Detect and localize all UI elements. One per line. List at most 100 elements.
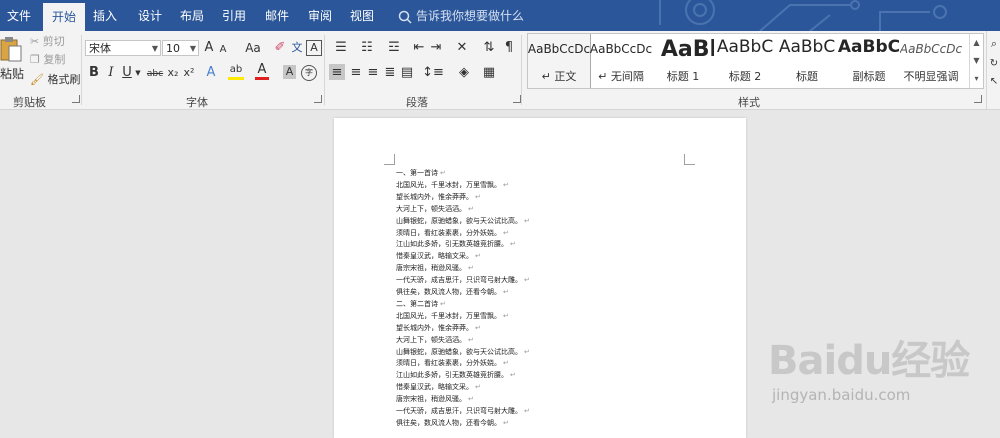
shrink-font-icon: A <box>219 44 227 55</box>
subscript-button[interactable]: x₂ <box>166 64 180 82</box>
gallery-up-arrow[interactable]: ▲ <box>969 34 983 52</box>
text-effects-button[interactable]: A <box>204 64 218 82</box>
style-item[interactable]: AaBbCcDc ↵ 正文 <box>528 34 591 88</box>
style-item[interactable]: AaBbC 标题 2 <box>714 34 776 88</box>
show-marks-button[interactable]: ¶ <box>502 39 516 57</box>
document-line[interactable]: 二、第二首诗 ↵ <box>396 299 446 310</box>
font-size-value: 10 <box>166 42 180 55</box>
document-line[interactable]: 须晴日，看红装素裹，分外妖娆。 ↵ <box>396 358 509 369</box>
underline-button[interactable]: U <box>120 64 134 82</box>
font-color-button[interactable]: A <box>255 63 269 80</box>
document-page[interactable]: 一、第一首诗 ↵ 北国风光，千里冰封，万里雪飘。 ↵ 望长城内外，惟余莽莽。 ↵ 大河上下，… <box>334 118 746 438</box>
style-sample: AaBbCcDc <box>528 42 590 56</box>
style-item[interactable]: AaBbC 标题 <box>776 34 838 88</box>
shading-button[interactable]: ◈ <box>453 64 475 82</box>
document-line[interactable]: 俱往矣，数风流人物，还看今朝。 ↵ <box>396 287 509 298</box>
strikethrough-button[interactable]: abc <box>146 65 164 83</box>
phonetic-guide-button[interactable]: 文 <box>290 39 304 57</box>
copy-button[interactable]: ❐ 复制 <box>30 52 65 68</box>
highlighter-icon: ab <box>229 64 243 75</box>
sort-button[interactable]: ⇅ <box>482 39 496 57</box>
chevron-down-icon[interactable]: ▼ <box>134 64 142 82</box>
style-item[interactable]: AaBbCcDc 不明显强调 <box>900 34 962 88</box>
document-line[interactable]: 一代天骄，成吉思汗，只识弯弓射大雕。 ↵ <box>396 275 530 286</box>
document-line[interactable]: 望长城内外，惟余莽莽。 ↵ <box>396 323 481 334</box>
document-line[interactable]: 北国风光，千里冰封，万里雪飘。 ↵ <box>396 180 509 191</box>
document-line[interactable]: 山舞银蛇，原驰蜡象，欲与天公试比高。 ↵ <box>396 216 530 227</box>
clear-formatting-button[interactable]: ✐ <box>273 39 287 57</box>
asian-layout-button[interactable]: ✕ <box>451 39 473 57</box>
style-item[interactable]: AaBbCcDc ↵ 无间隔 <box>590 34 652 88</box>
tab-1[interactable]: 开始 <box>43 3 85 31</box>
document-line-text: 一代天骄，成吉思汗，只识弯弓射大雕。 <box>396 407 522 415</box>
tab-4[interactable]: 布局 <box>171 0 213 31</box>
line-spacing-button[interactable]: ↕≡ <box>422 64 444 82</box>
document-line[interactable]: 一代天骄，成吉思汗，只识弯弓射大雕。 ↵ <box>396 406 530 417</box>
select-icon[interactable]: ↖ <box>988 73 1000 91</box>
grow-font-button[interactable]: A <box>202 39 216 57</box>
document-line[interactable]: 唐宗宋祖，稍逊风骚。 ↵ <box>396 263 474 274</box>
numbering-button[interactable]: ☷ <box>356 39 378 57</box>
distributed-button[interactable]: ▤ <box>399 64 415 82</box>
gallery-down-arrow[interactable]: ▼ <box>969 52 983 70</box>
font-size-select[interactable]: 10 ▼ <box>162 40 199 56</box>
gallery-more-arrow[interactable]: ▾ <box>969 70 983 88</box>
font-dialog-launcher[interactable] <box>314 95 322 103</box>
multilevel-list-button[interactable]: ☲ <box>383 39 405 57</box>
document-line[interactable]: 山舞银蛇，原驰蜡象，欲与天公试比高。 ↵ <box>396 347 530 358</box>
document-line[interactable]: 惜秦皇汉武，略输文采。 ↵ <box>396 251 481 262</box>
italic-button[interactable]: I <box>104 64 118 82</box>
asian-layout-icon: ✕ <box>456 40 468 55</box>
styles-dialog-launcher[interactable] <box>974 95 982 103</box>
decrease-indent-button[interactable]: ⇤ <box>411 39 427 57</box>
bold-button[interactable]: B <box>87 64 101 82</box>
style-item[interactable]: AaBl 标题 1 <box>652 34 714 88</box>
tab-2[interactable]: 插入 <box>84 0 126 31</box>
copy-icon: ❐ <box>30 53 40 66</box>
tab-0[interactable]: 文件 <box>0 0 38 31</box>
find-icon[interactable]: ⌕ <box>988 35 1000 53</box>
tab-8[interactable]: 视图 <box>342 0 382 31</box>
document-line[interactable]: 北国风光，千里冰封，万里雪飘。 ↵ <box>396 311 509 322</box>
shrink-font-button[interactable]: A <box>217 41 229 59</box>
align-right-button[interactable]: ≡ <box>365 64 381 82</box>
cut-button[interactable]: ✂ 剪切 <box>30 34 65 50</box>
paragraph-mark: ↵ <box>468 264 474 273</box>
document-line[interactable]: 一、第一首诗 ↵ <box>396 168 446 179</box>
tab-6[interactable]: 邮件 <box>256 0 298 31</box>
borders-button[interactable]: ▦ <box>478 64 500 82</box>
increase-indent-button[interactable]: ⇥ <box>428 39 444 57</box>
tab-5[interactable]: 引用 <box>214 0 254 31</box>
character-shading-button[interactable]: A <box>283 65 296 79</box>
document-line[interactable]: 惜秦皇汉武，略输文采。 ↵ <box>396 382 481 393</box>
document-line[interactable]: 江山如此多娇，引无数英雄竞折腰。 ↵ <box>396 370 516 381</box>
replace-icon[interactable]: ↻ <box>988 55 1000 73</box>
change-case-button[interactable]: Aa <box>242 39 264 57</box>
document-line[interactable]: 望长城内外，惟余莽莽。 ↵ <box>396 192 481 203</box>
tab-3[interactable]: 设计 <box>129 0 171 31</box>
bullets-button[interactable]: ☰ <box>330 39 352 57</box>
superscript-button[interactable]: x² <box>182 64 196 82</box>
align-left-button[interactable]: ≡ <box>329 64 345 80</box>
style-item[interactable]: AaBbC 副标题 <box>838 34 900 88</box>
document-line[interactable]: 唐宗宋祖，稍逊风骚。 ↵ <box>396 394 474 405</box>
highlight-button[interactable]: ab <box>228 63 244 80</box>
document-line[interactable]: 江山如此多娇，引无数英雄竞折腰。 ↵ <box>396 239 516 250</box>
document-line[interactable]: 大河上下，顿失滔滔。 ↵ <box>396 335 474 346</box>
group-separator <box>81 35 82 105</box>
style-sample: AaBbC <box>838 37 900 57</box>
tab-7[interactable]: 审阅 <box>300 0 340 31</box>
paste-button[interactable]: 粘贴 <box>0 35 24 89</box>
tell-me-search[interactable]: 告诉我你想要做什么 <box>398 0 524 31</box>
clipboard-dialog-launcher[interactable] <box>72 95 80 103</box>
format-painter-button[interactable]: 🖌 格式刷 <box>30 72 80 88</box>
document-line[interactable]: 大河上下，顿失滔滔。 ↵ <box>396 204 474 215</box>
align-center-button[interactable]: ≡ <box>348 64 364 82</box>
justify-button[interactable]: ≣ <box>382 64 398 82</box>
character-border-button[interactable]: A <box>306 40 322 56</box>
enclose-characters-button[interactable]: 字 <box>301 65 317 81</box>
font-family-select[interactable]: 宋体 ▼ <box>85 40 161 56</box>
document-line[interactable]: 须晴日，看红装素裹，分外妖娆。 ↵ <box>396 228 509 239</box>
style-name: 副标题 <box>852 70 886 83</box>
paragraph-dialog-launcher[interactable] <box>513 95 521 103</box>
